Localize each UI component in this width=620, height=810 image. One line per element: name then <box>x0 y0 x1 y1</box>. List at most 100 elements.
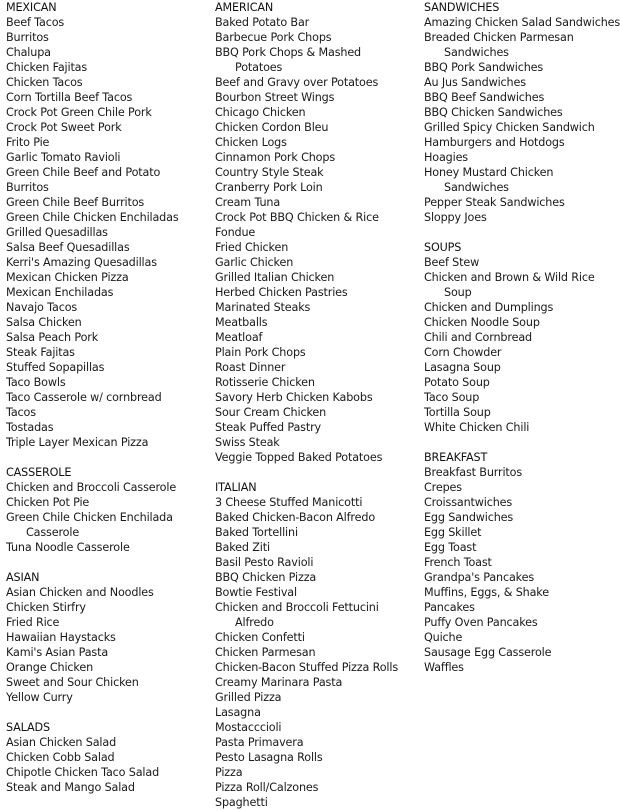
category-salads: SALADS Asian Chicken Salad Chicken Cobb Sa… <box>6 720 206 795</box>
recipe-item: Chicken Tacos <box>6 75 206 90</box>
recipe-name: Hamburgers and Hotdogs <box>424 136 565 149</box>
recipe-name-continued: Casserole <box>26 526 80 539</box>
recipe-item: Pizza Roll/Calzones <box>215 780 415 795</box>
recipe-item: Lasagna <box>215 705 415 720</box>
recipe-name: Quiche <box>424 631 463 644</box>
recipe-name: Beef Tacos <box>6 16 65 29</box>
recipe-item: Chicken Cordon Bleu <box>215 120 415 135</box>
recipe-item: Puffy Oven Pancakes <box>424 615 620 630</box>
recipe-list: Asian Chicken Salad Chicken Cobb Salad Chi… <box>6 735 206 795</box>
recipe-name: Taco Soup <box>424 391 480 404</box>
recipe-item: Taco Soup <box>424 390 620 405</box>
recipe-name: Garlic Tomato Ravioli <box>6 151 121 164</box>
recipe-item: Mostacccioli <box>215 720 415 735</box>
recipe-name: Barbecue Pork Chops <box>215 31 332 44</box>
recipe-name: Crock Pot Green Chile Pork <box>6 106 152 119</box>
recipe-name-continued: Alfredo <box>235 616 274 629</box>
recipe-item: Sour Cream Chicken <box>215 405 415 420</box>
category-soups: SOUPS Beef Stew Chicken and Brown & Wild R… <box>424 240 620 435</box>
recipe-name: 3 Cheese Stuffed Manicotti <box>215 496 363 509</box>
recipe-item: Burritos <box>6 180 206 195</box>
recipe-item: BBQ Chicken Sandwiches <box>424 105 620 120</box>
recipe-item: Chicken Parmesan <box>215 645 415 660</box>
recipe-item: Crock Pot Sweet Pork <box>6 120 206 135</box>
recipe-name: Chicken-Bacon Stuffed Pizza Rolls <box>215 661 398 674</box>
recipe-item: Crepes <box>424 480 620 495</box>
recipe-name: Salsa Peach Pork <box>6 331 99 344</box>
category-american: AMERICAN Baked Potato Bar Barbecue Pork Ch… <box>215 0 415 465</box>
recipe-name: Herbed Chicken Pastries <box>215 286 348 299</box>
recipe-name: Green Chile Chicken Enchiladas <box>6 211 179 224</box>
recipe-list: Beef Tacos Burritos Chalupa Chicken Fajitas… <box>6 15 206 450</box>
recipe-name: Crock Pot Sweet Pork <box>6 121 122 134</box>
recipe-item: Corn Tortilla Beef Tacos <box>6 90 206 105</box>
recipe-item: Chicken Noodle Soup <box>424 315 620 330</box>
recipe-item: Chalupa <box>6 45 206 60</box>
recipe-item: Herbed Chicken Pastries <box>215 285 415 300</box>
category-title: CASSEROLE <box>6 466 72 479</box>
recipe-item: Kerri's Amazing Quesadillas <box>6 255 206 270</box>
recipe-item: Grilled Pizza <box>215 690 415 705</box>
recipe-name: Grilled Pizza <box>215 691 282 704</box>
recipe-name: Green Chile Chicken Enchilada <box>6 511 173 524</box>
recipe-item: Egg Sandwiches <box>424 510 620 525</box>
recipe-item: Basil Pesto Ravioli <box>215 555 415 570</box>
recipe-name: Veggie Topped Baked Potatoes <box>215 451 383 464</box>
recipe-name: BBQ Beef Sandwiches <box>424 91 545 104</box>
recipe-name: Waffles <box>424 661 464 674</box>
recipe-item: Taco Bowls <box>6 375 206 390</box>
recipe-name-continued: Sandwiches <box>444 181 509 194</box>
recipe-item: Green Chile Beef and Potato <box>6 165 206 180</box>
recipe-name: Croissantwiches <box>424 496 513 509</box>
recipe-item: Steak Puffed Pastry <box>215 420 415 435</box>
recipe-item: Baked Potato Bar <box>215 15 415 30</box>
recipe-name: Green Chile Beef and Potato <box>6 166 161 179</box>
recipe-item: BBQ Pork Sandwiches <box>424 60 620 75</box>
recipe-name: Cinnamon Pork Chops <box>215 151 335 164</box>
recipe-item: Asian Chicken and Noodles <box>6 585 206 600</box>
recipe-list: Chicken and Broccoli Casserole Chicken Po… <box>6 480 206 555</box>
recipe-item: Green Chile Chicken Enchilada Casserole <box>6 510 206 540</box>
recipe-item: BBQ Chicken Pizza <box>215 570 415 585</box>
recipe-item: Taco Casserole w/ cornbread <box>6 390 206 405</box>
recipe-item: Fondue <box>215 225 415 240</box>
recipe-name: Burritos <box>6 31 49 44</box>
category-title: MEXICAN <box>6 1 57 14</box>
recipe-name: Tuna Noodle Casserole <box>6 541 130 554</box>
recipe-name: Pancakes <box>424 601 475 614</box>
recipe-item: Navajo Tacos <box>6 300 206 315</box>
menu-column-2: AMERICAN Baked Potato Bar Barbecue Pork Ch… <box>215 0 415 810</box>
recipe-item: Grilled Spicy Chicken Sandwich <box>424 120 620 135</box>
recipe-item: Baked Ziti <box>215 540 415 555</box>
recipe-item: Chicken Confetti <box>215 630 415 645</box>
category-title: SOUPS <box>424 241 462 254</box>
recipe-name: Country Style Steak <box>215 166 324 179</box>
recipe-item: Chicken-Bacon Stuffed Pizza Rolls <box>215 660 415 675</box>
recipe-item: Steak Fajitas <box>6 345 206 360</box>
recipe-name: Salsa Chicken <box>6 316 82 329</box>
recipe-item: Triple Layer Mexican Pizza <box>6 435 206 450</box>
recipe-item: Sloppy Joes <box>424 210 620 225</box>
category-title: AMERICAN <box>215 1 274 14</box>
recipe-item: Savory Herb Chicken Kabobs <box>215 390 415 405</box>
recipe-item: Hoagies <box>424 150 620 165</box>
recipe-item: Veggie Topped Baked Potatoes <box>215 450 415 465</box>
recipe-item: Chicken and Brown & Wild Rice Soup <box>424 270 620 300</box>
recipe-name: Meatloaf <box>215 331 263 344</box>
recipe-name: Burritos <box>6 181 49 194</box>
recipe-item: Tortilla Soup <box>424 405 620 420</box>
recipe-name: Muffins, Eggs, & Shake <box>424 586 549 599</box>
recipe-item: Creamy Marinara Pasta <box>215 675 415 690</box>
category-asian: ASIAN Asian Chicken and Noodles Chicken St… <box>6 570 206 705</box>
recipe-name: Taco Casserole w/ cornbread <box>6 391 162 404</box>
recipe-name: Basil Pesto Ravioli <box>215 556 314 569</box>
recipe-item: Hamburgers and Hotdogs <box>424 135 620 150</box>
recipe-name: Crock Pot BBQ Chicken & Rice <box>215 211 379 224</box>
recipe-item: Bowtie Festival <box>215 585 415 600</box>
recipe-name: Tortilla Soup <box>424 406 491 419</box>
recipe-name: Beef Stew <box>424 256 480 269</box>
recipe-item: Cinnamon Pork Chops <box>215 150 415 165</box>
recipe-item: Green Chile Beef Burritos <box>6 195 206 210</box>
recipe-item: Potato Soup <box>424 375 620 390</box>
recipe-name: Pesto Lasagna Rolls <box>215 751 323 764</box>
